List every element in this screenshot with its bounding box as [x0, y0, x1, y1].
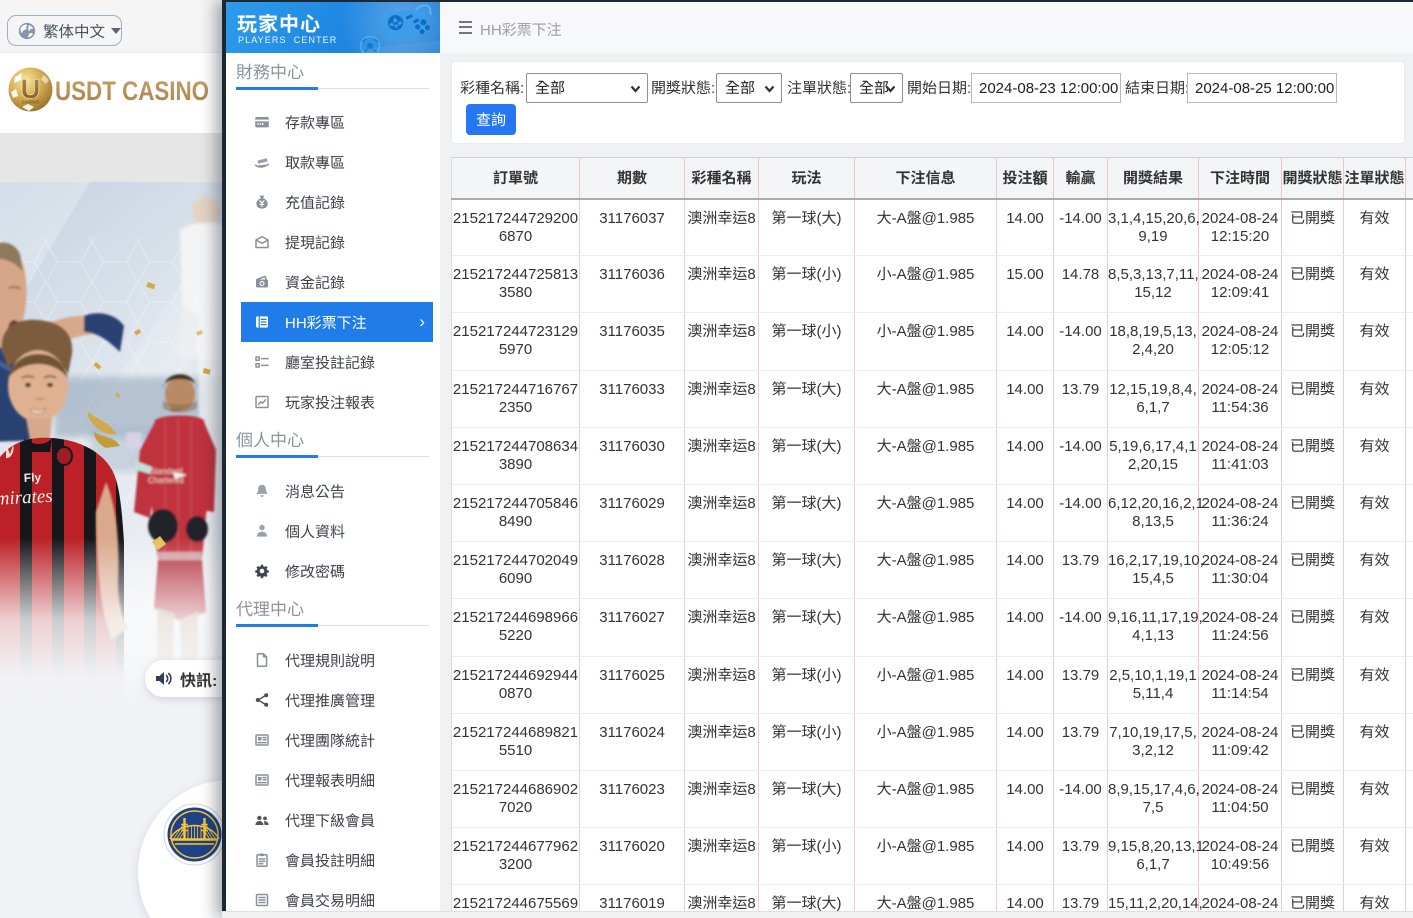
svg-text:Chartered: Chartered	[148, 476, 184, 485]
svg-text:Standard: Standard	[150, 467, 182, 476]
svg-text:Fly: Fly	[23, 470, 41, 485]
svg-text:CASINO: CASINO	[22, 100, 40, 105]
svg-text:mirates: mirates	[0, 486, 53, 510]
